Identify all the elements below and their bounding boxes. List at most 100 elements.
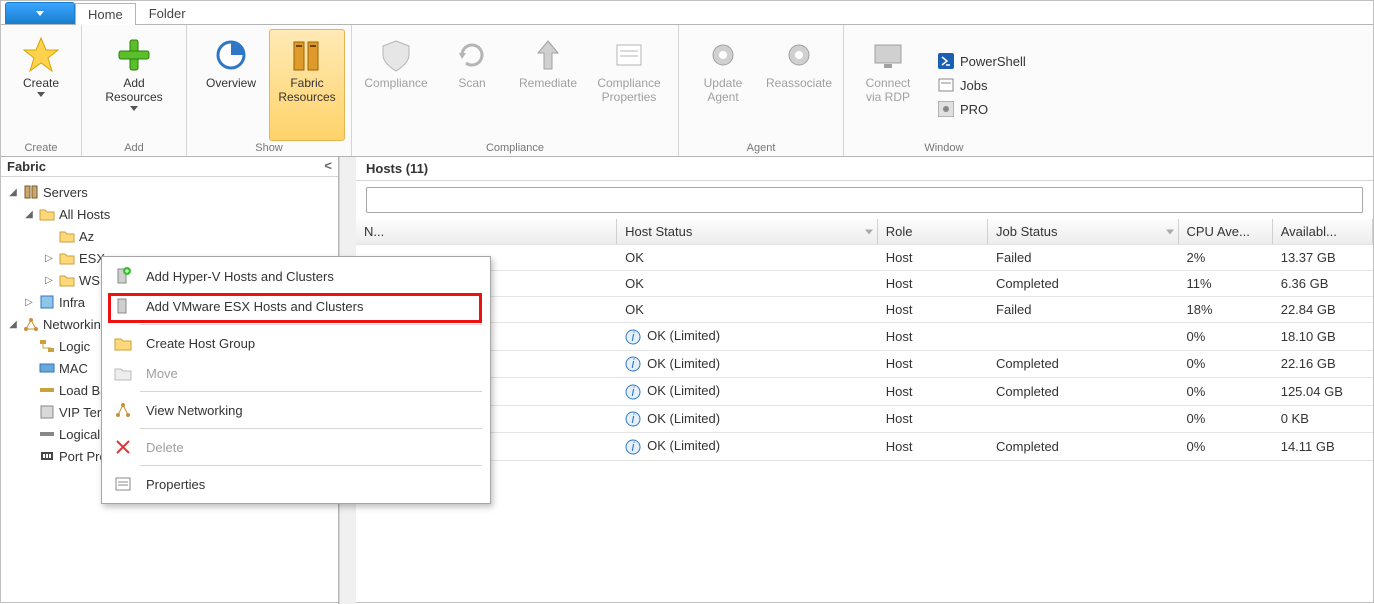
create-button[interactable]: Create: [7, 29, 75, 141]
ribbon-group-label: Show: [187, 141, 351, 156]
server-add-icon: [112, 265, 134, 287]
ribbon-group-agent: Update Agent Reassociate Agent: [679, 25, 844, 156]
reassociate-button: Reassociate: [761, 29, 837, 141]
tree-node-all-hosts[interactable]: ◢ All Hosts: [1, 203, 338, 225]
folder-icon: [59, 272, 75, 288]
tree-node-servers[interactable]: ◢ Servers: [1, 181, 338, 203]
jobs-button[interactable]: Jobs: [934, 75, 1030, 95]
sidebar-collapse-button[interactable]: <: [324, 159, 332, 174]
column-header-host-status[interactable]: Host Status: [617, 219, 878, 245]
plus-icon: [113, 34, 155, 76]
fabric-resources-button[interactable]: Fabric Resources: [269, 29, 345, 141]
table-row[interactable]: iOK (Limited)Host0%0 KB: [356, 405, 1373, 433]
tab-home[interactable]: Home: [75, 3, 136, 25]
sidebar-title: Fabric: [7, 159, 46, 174]
pro-icon: [938, 101, 954, 117]
infrastructure-icon: [39, 294, 55, 310]
switch-icon: [39, 426, 55, 442]
update-agent-button: Update Agent: [685, 29, 761, 141]
ribbon-group-window: Connect via RDP PowerShell Jobs PRO Wind…: [844, 25, 1044, 156]
network-topology-icon: [39, 338, 55, 354]
info-icon: i: [625, 411, 641, 427]
hosts-heading: Hosts (11): [356, 157, 1373, 181]
context-menu: Add Hyper-V Hosts and Clusters Add VMwar…: [101, 256, 491, 504]
folder-icon: [59, 250, 75, 266]
ribbon-group-label: Add: [82, 141, 186, 156]
folder-icon: [39, 206, 55, 222]
ctx-view-networking[interactable]: View Networking: [104, 395, 488, 425]
star-icon: [20, 34, 62, 76]
network-icon: [112, 399, 134, 421]
ctx-move: Move: [104, 358, 488, 388]
sidebar-header: Fabric <: [1, 157, 338, 177]
column-header-name[interactable]: N...: [356, 219, 617, 245]
arrow-up-icon: [527, 34, 569, 76]
compliance-button: Compliance: [358, 29, 434, 141]
chevron-down-icon: [37, 92, 45, 97]
template-icon: [39, 404, 55, 420]
table-row[interactable]: iOK (Limited)Host0%18.10 GB: [356, 323, 1373, 351]
powershell-button[interactable]: PowerShell: [934, 51, 1030, 71]
filter-input[interactable]: [366, 187, 1363, 213]
column-header-available[interactable]: Availabl...: [1272, 219, 1372, 245]
folder-move-icon: [112, 362, 134, 384]
column-header-role[interactable]: Role: [877, 219, 987, 245]
powershell-label: PowerShell: [960, 54, 1026, 69]
network-icon: [23, 316, 39, 332]
table-row[interactable]: iOK (Limited)HostCompleted0%22.16 GB: [356, 350, 1373, 378]
separator: [140, 391, 482, 392]
table-row[interactable]: OKHostCompleted11%6.36 GB: [356, 271, 1373, 297]
pro-button[interactable]: PRO: [934, 99, 1030, 119]
separator: [140, 465, 482, 466]
mac-pool-icon: [39, 360, 55, 376]
overview-button[interactable]: Overview: [193, 29, 269, 141]
app-menu-button[interactable]: [5, 2, 75, 24]
ctx-add-hyperv[interactable]: Add Hyper-V Hosts and Clusters: [104, 261, 488, 291]
ctx-delete: Delete: [104, 432, 488, 462]
ctx-add-vmware[interactable]: Add VMware ESX Hosts and Clusters: [104, 291, 488, 321]
column-header-job-status[interactable]: Job Status: [988, 219, 1178, 245]
ribbon-group-label: Compliance: [352, 141, 678, 156]
tab-strip: Home Folder: [1, 1, 1373, 25]
ribbon-group-create: Create Create: [1, 25, 82, 156]
table-row[interactable]: coim4 ru7rrs2iOK (Limited)HostCompleted0…: [356, 433, 1373, 461]
info-icon: i: [625, 439, 641, 455]
folder-icon: [59, 228, 75, 244]
jobs-label: Jobs: [960, 78, 987, 93]
jobs-icon: [938, 77, 954, 93]
table-row[interactable]: iOK (Limited)HostCompleted0%125.04 GB: [356, 378, 1373, 406]
server-icon: [112, 295, 134, 317]
tab-folder[interactable]: Folder: [136, 2, 199, 24]
table-row[interactable]: OKHostFailed18%22.84 GB: [356, 297, 1373, 323]
add-resources-button[interactable]: Add Resources: [88, 29, 180, 141]
port-icon: [39, 448, 55, 464]
refresh-icon: [451, 34, 493, 76]
filter-icon[interactable]: [1166, 229, 1174, 234]
gear-icon: [778, 34, 820, 76]
column-header-cpu[interactable]: CPU Ave...: [1178, 219, 1272, 245]
servers-icon: [23, 184, 39, 200]
load-balancer-icon: [39, 382, 55, 398]
ctx-properties[interactable]: Properties: [104, 469, 488, 499]
properties-icon: [608, 34, 650, 76]
gear-up-icon: [702, 34, 744, 76]
filter-bar: [356, 181, 1373, 219]
connect-rdp-button: Connect via RDP: [850, 29, 926, 141]
table-row[interactable]: OKHostFailed2%13.37 GB: [356, 245, 1373, 271]
main-pane: Hosts (11) N... Host Status Role Job Sta…: [356, 157, 1373, 604]
pro-label: PRO: [960, 102, 988, 117]
hosts-grid: N... Host Status Role Job Status CPU Ave…: [356, 219, 1373, 461]
ctx-create-host-group[interactable]: Create Host Group: [104, 328, 488, 358]
filter-icon[interactable]: [865, 229, 873, 234]
info-icon: i: [625, 329, 641, 345]
ribbon-group-label: Create: [1, 141, 81, 156]
scan-button: Scan: [434, 29, 510, 141]
ribbon: Create Create Add Resources Add Overvi: [1, 25, 1373, 157]
shield-icon: [375, 34, 417, 76]
ribbon-group-label: Window: [844, 141, 1044, 156]
info-icon: i: [625, 356, 641, 372]
separator: [140, 428, 482, 429]
chevron-down-icon: [36, 11, 44, 16]
tree-node-az[interactable]: Az: [1, 225, 338, 247]
chevron-down-icon: [130, 106, 138, 111]
